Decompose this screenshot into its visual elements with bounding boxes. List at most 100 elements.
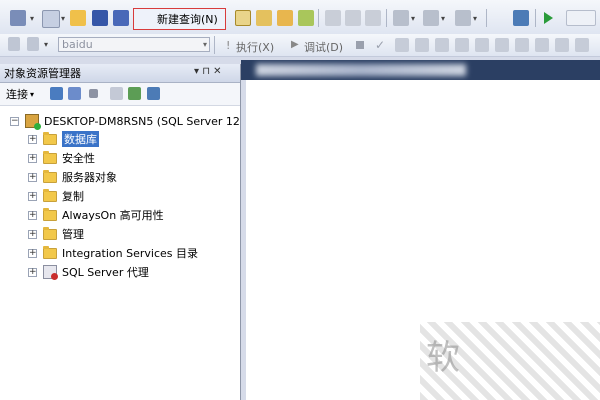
comment-icon[interactable]: [555, 38, 569, 52]
debug-button[interactable]: 调试(D): [304, 39, 343, 55]
cut-icon[interactable]: [325, 10, 341, 26]
object-explorer-header: 对象资源管理器 ▾ ⊓ ✕: [0, 64, 240, 83]
tree-node-label: 安全性: [62, 152, 95, 165]
uncomment-icon[interactable]: [575, 38, 589, 52]
expand-icon[interactable]: +: [28, 134, 37, 144]
results-grid-icon[interactable]: [515, 38, 529, 52]
connect-icon[interactable]: [8, 37, 20, 51]
tree-node-replication[interactable]: + 复制: [28, 187, 84, 205]
database-select-value: baidu: [62, 38, 93, 51]
execute-icon: !: [226, 39, 231, 52]
navigate-icon[interactable]: [455, 10, 471, 26]
analysis-query-icon[interactable]: [256, 10, 272, 26]
separator: [535, 9, 536, 27]
tree-node-server-objects[interactable]: + 服务器对象: [28, 168, 117, 186]
solution-config-icon[interactable]: [566, 10, 596, 26]
main-toolbar: ▾ ▾ 新建查询(N) ▾ ▾ ▾: [0, 0, 600, 109]
new-query-button[interactable]: 新建查询(N): [133, 8, 399, 109]
server-label: DESKTOP-DM8RSN5 (SQL Server 12: [44, 114, 240, 128]
folder-icon: [43, 245, 57, 259]
folder-icon: [43, 207, 57, 221]
server-icon: [25, 114, 41, 130]
results-file-icon[interactable]: [535, 38, 549, 52]
expand-icon[interactable]: +: [28, 172, 37, 182]
watermark-text: 软: [426, 338, 460, 378]
disconnect-icon[interactable]: [27, 37, 39, 51]
tree-node-alwayson[interactable]: + AlwaysOn 高可用性: [28, 206, 164, 224]
undo-icon[interactable]: [393, 10, 409, 26]
save-all-icon[interactable]: [113, 10, 129, 26]
tree-node-management[interactable]: + 管理: [28, 225, 84, 243]
chevron-down-icon[interactable]: ▾: [61, 14, 65, 23]
xmla-query-icon[interactable]: [298, 10, 314, 26]
separator: [214, 36, 215, 54]
tree-node-label: 数据库: [62, 131, 99, 147]
redo-icon[interactable]: [423, 10, 439, 26]
start-icon[interactable]: [544, 12, 553, 24]
collapse-icon[interactable]: −: [10, 116, 19, 126]
chevron-down-icon[interactable]: ▾: [30, 14, 34, 23]
new-project-icon[interactable]: [42, 10, 60, 28]
plan-icon[interactable]: [395, 38, 409, 52]
paste-icon[interactable]: [365, 10, 381, 26]
folder-icon: [43, 226, 57, 240]
check-icon[interactable]: ✓: [375, 38, 385, 52]
chevron-down-icon[interactable]: ▾: [473, 14, 477, 23]
save-icon[interactable]: [92, 10, 108, 26]
agent-icon: [43, 265, 58, 280]
tree-node-label: SQL Server 代理: [62, 266, 149, 279]
debug-icon: ▶: [291, 39, 299, 50]
object-explorer-icon[interactable]: [10, 10, 26, 26]
activity-icon[interactable]: [147, 87, 160, 100]
chevron-down-icon[interactable]: ▾: [30, 90, 34, 99]
object-explorer-toolbar: 连接 ▾: [0, 83, 240, 106]
copy-icon[interactable]: [345, 10, 361, 26]
object-explorer-panel: 对象资源管理器 ▾ ⊓ ✕ 连接 ▾ − DESKTOP-DM8RSN5 (SQ…: [0, 64, 241, 400]
folder-icon: [43, 188, 57, 202]
chevron-down-icon[interactable]: ▾: [44, 40, 48, 49]
chevron-down-icon[interactable]: ▾: [411, 14, 415, 23]
filter-icon[interactable]: [110, 87, 123, 100]
intellisense-icon[interactable]: [415, 38, 429, 52]
include-plan-icon[interactable]: [455, 38, 469, 52]
folder-icon: [43, 169, 57, 183]
refresh-icon[interactable]: [128, 87, 141, 100]
tree-node-label: Integration Services 目录: [62, 247, 198, 260]
expand-icon[interactable]: +: [28, 267, 37, 277]
connect-dropdown[interactable]: 连接: [6, 86, 28, 102]
expand-icon[interactable]: +: [28, 229, 37, 239]
connect-server-icon[interactable]: [50, 87, 63, 100]
folder-icon: [43, 131, 57, 145]
new-query-label: 新建查询(N): [157, 13, 218, 26]
database-select[interactable]: baidu ▾: [58, 37, 210, 52]
expand-icon[interactable]: +: [28, 210, 37, 220]
object-explorer-title: 对象资源管理器: [4, 67, 81, 80]
stats-icon[interactable]: [475, 38, 489, 52]
expand-icon[interactable]: +: [28, 248, 37, 258]
results-text-icon[interactable]: [495, 38, 509, 52]
stop-icon[interactable]: [356, 41, 364, 49]
expand-icon[interactable]: +: [28, 153, 37, 163]
db-query-icon[interactable]: [235, 10, 251, 26]
open-folder-icon[interactable]: [70, 10, 86, 26]
tree-node-databases[interactable]: + 数据库: [28, 130, 99, 148]
tree-node-label: 服务器对象: [62, 171, 117, 184]
disconnect-server-icon[interactable]: [68, 87, 81, 100]
tree-node-security[interactable]: + 安全性: [28, 149, 95, 167]
server-node[interactable]: − DESKTOP-DM8RSN5 (SQL Server 12: [10, 112, 240, 130]
tree-node-integration-services[interactable]: + Integration Services 目录: [28, 244, 198, 262]
separator: [318, 9, 319, 27]
activity-monitor-icon[interactable]: [513, 10, 529, 26]
results-icon[interactable]: [435, 38, 449, 52]
expand-icon[interactable]: +: [28, 191, 37, 201]
mdx-query-icon[interactable]: [277, 10, 293, 26]
tree-node-label: AlwaysOn 高可用性: [62, 209, 164, 222]
panel-window-controls[interactable]: ▾ ⊓ ✕: [194, 66, 222, 77]
document-tab[interactable]: [256, 64, 466, 76]
stop-icon[interactable]: [89, 89, 98, 98]
tree-node-sql-server-agent[interactable]: + SQL Server 代理: [28, 263, 149, 281]
chevron-down-icon[interactable]: ▾: [441, 14, 445, 23]
separator: [486, 9, 487, 27]
execute-button[interactable]: 执行(X): [236, 39, 274, 55]
tree-node-label: 管理: [62, 228, 84, 241]
